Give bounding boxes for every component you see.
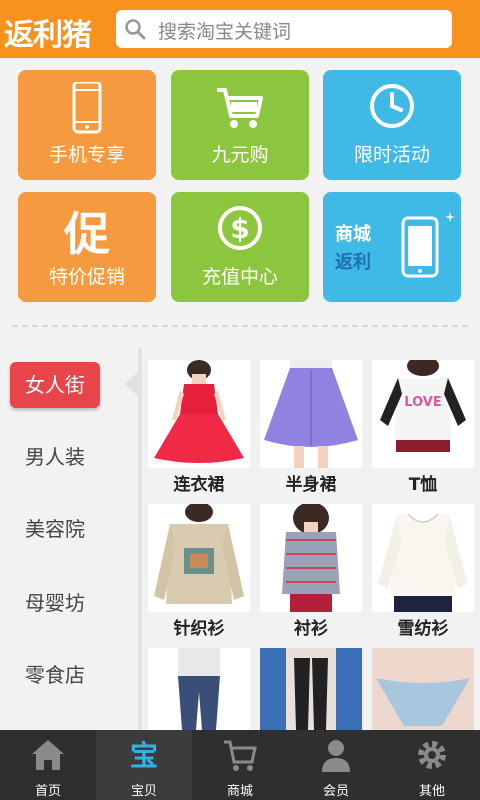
treasure-icon: 宝 — [129, 739, 158, 772]
tile-label: 特价促销 — [48, 266, 125, 288]
tab-treasure[interactable]: 宝 宝贝 — [96, 730, 192, 800]
product-dress[interactable]: 连衣裙 — [148, 360, 250, 500]
cart-icon — [224, 740, 257, 771]
tile-special-promo[interactable]: 促 特价促销 — [18, 192, 156, 302]
product-caption: T恤 — [408, 475, 438, 495]
tile-nine-yuan[interactable]: 九元购 — [171, 70, 309, 180]
gear-icon — [418, 741, 446, 769]
search-placeholder[interactable]: 搜索淘宝关键词 — [158, 17, 291, 44]
product-image-knitwear — [148, 504, 250, 612]
clock-icon — [370, 84, 414, 128]
category-beauty[interactable]: 美容院 — [10, 506, 100, 552]
tile-mall-rebate[interactable]: 商城 返利 — [323, 192, 461, 302]
product-image-tshirt: LOVE — [372, 360, 474, 468]
product-image-skirt — [260, 360, 362, 468]
tile-mobile-exclusive[interactable]: 手机专享 — [18, 70, 156, 180]
tile-label: 手机专享 — [48, 144, 125, 166]
app-header: 返利猪 搜索淘宝关键词 — [0, 0, 480, 58]
tab-other[interactable]: 其他 — [384, 730, 480, 800]
product-image-shirt — [260, 504, 362, 612]
product-caption: 半身裙 — [285, 475, 337, 495]
category-sidebar: 女人街 男人装 美容院 母婴坊 零食店 — [0, 348, 138, 730]
home-icon — [32, 740, 64, 770]
product-caption: 针织衫 — [173, 619, 225, 639]
phone-icon — [401, 216, 439, 278]
search-bar[interactable]: 搜索淘宝关键词 — [116, 10, 452, 48]
svg-text:LOVE: LOVE — [404, 395, 441, 410]
product-chiffon[interactable]: 雪纺衫 — [372, 504, 474, 644]
tab-label: 宝贝 — [130, 784, 157, 799]
section-divider — [12, 325, 468, 327]
promo-icon: 促 — [64, 207, 110, 261]
category-women[interactable]: 女人街 — [10, 362, 100, 408]
product-skirt[interactable]: 半身裙 — [260, 360, 362, 500]
category-snacks[interactable]: 零食店 — [10, 652, 100, 698]
category-men[interactable]: 男人装 — [10, 434, 100, 480]
sidebar-divider — [138, 348, 142, 730]
tile-limited-time[interactable]: 限时活动 — [323, 70, 461, 180]
product-image-dress — [148, 360, 250, 468]
tab-label: 其他 — [418, 784, 445, 799]
cart-icon — [217, 88, 263, 128]
phone-icon — [72, 82, 102, 134]
tile-label: 九元购 — [211, 144, 269, 166]
product-caption: 雪纺衫 — [397, 619, 449, 639]
tab-mall[interactable]: 商城 — [192, 730, 288, 800]
product-shirt[interactable]: 衬衫 — [260, 504, 362, 644]
tile-recharge-center[interactable]: $ 充值中心 — [171, 192, 309, 302]
app-logo: 返利猪 — [4, 18, 92, 53]
product-tshirt[interactable]: LOVE T恤 — [372, 360, 474, 500]
product-knitwear[interactable]: 针织衫 — [148, 504, 250, 644]
search-icon — [125, 19, 146, 40]
bottom-nav: 首页 宝 宝贝 商城 会员 其他 — [0, 730, 480, 800]
tab-label: 首页 — [34, 784, 61, 799]
product-caption: 连衣裙 — [173, 475, 225, 495]
tab-label: 会员 — [322, 784, 349, 799]
svg-text:$: $ — [230, 212, 249, 245]
category-mother-baby[interactable]: 母婴坊 — [10, 580, 100, 626]
product-caption: 衬衫 — [294, 619, 328, 639]
product-image-chiffon — [372, 504, 474, 612]
tile-label: 商城 — [335, 224, 371, 245]
active-indicator-arrow — [124, 372, 138, 396]
tab-label: 商城 — [226, 784, 253, 799]
tab-home[interactable]: 首页 — [0, 730, 96, 800]
tile-label: 充值中心 — [201, 266, 278, 288]
dollar-icon: $ — [218, 206, 262, 250]
user-icon — [322, 740, 350, 772]
tile-label: 限时活动 — [353, 144, 430, 166]
sparkle-icon — [445, 212, 455, 222]
tab-member[interactable]: 会员 — [288, 730, 384, 800]
tile-label-secondary: 返利 — [335, 252, 371, 273]
